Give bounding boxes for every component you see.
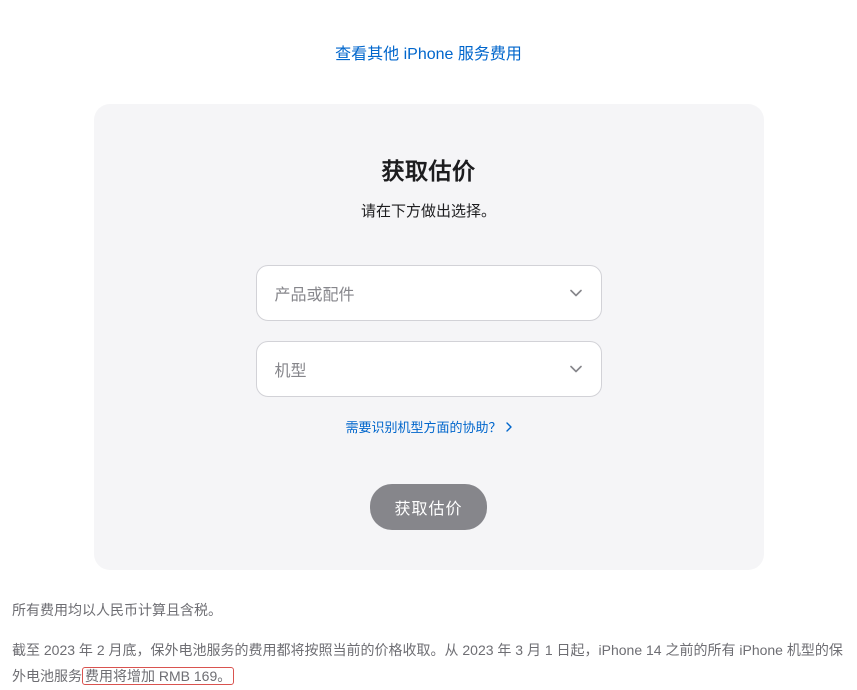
card-subtitle: 请在下方做出选择。 [134,200,724,221]
chevron-right-icon [506,422,512,432]
model-select-placeholder: 机型 [275,357,307,381]
get-estimate-button[interactable]: 获取估价 [370,484,486,530]
other-services-link[interactable]: 查看其他 iPhone 服务费用 [335,46,522,63]
card-title: 获取估价 [134,152,724,186]
estimate-card: 获取估价 请在下方做出选择。 产品或配件 机型 需要识别机型方面的协助？ 获取估… [94,104,764,570]
model-select[interactable]: 机型 [256,341,602,397]
price-highlight: 费用将增加 RMB 169。 [82,667,234,685]
footer-text: 所有费用均以人民币计算且含税。 截至 2023 年 2 月底，保外电池服务的费用… [10,598,847,690]
chevron-down-icon [569,286,583,300]
product-select[interactable]: 产品或配件 [256,265,602,321]
footer-tax-note: 所有费用均以人民币计算且含税。 [12,598,845,624]
footer-price-notice: 截至 2023 年 2 月底，保外电池服务的费用都将按照当前的价格收取。从 20… [12,638,845,690]
chevron-down-icon [569,362,583,376]
model-help-link[interactable]: 需要识别机型方面的协助？ [345,417,501,436]
product-select-placeholder: 产品或配件 [275,281,355,305]
